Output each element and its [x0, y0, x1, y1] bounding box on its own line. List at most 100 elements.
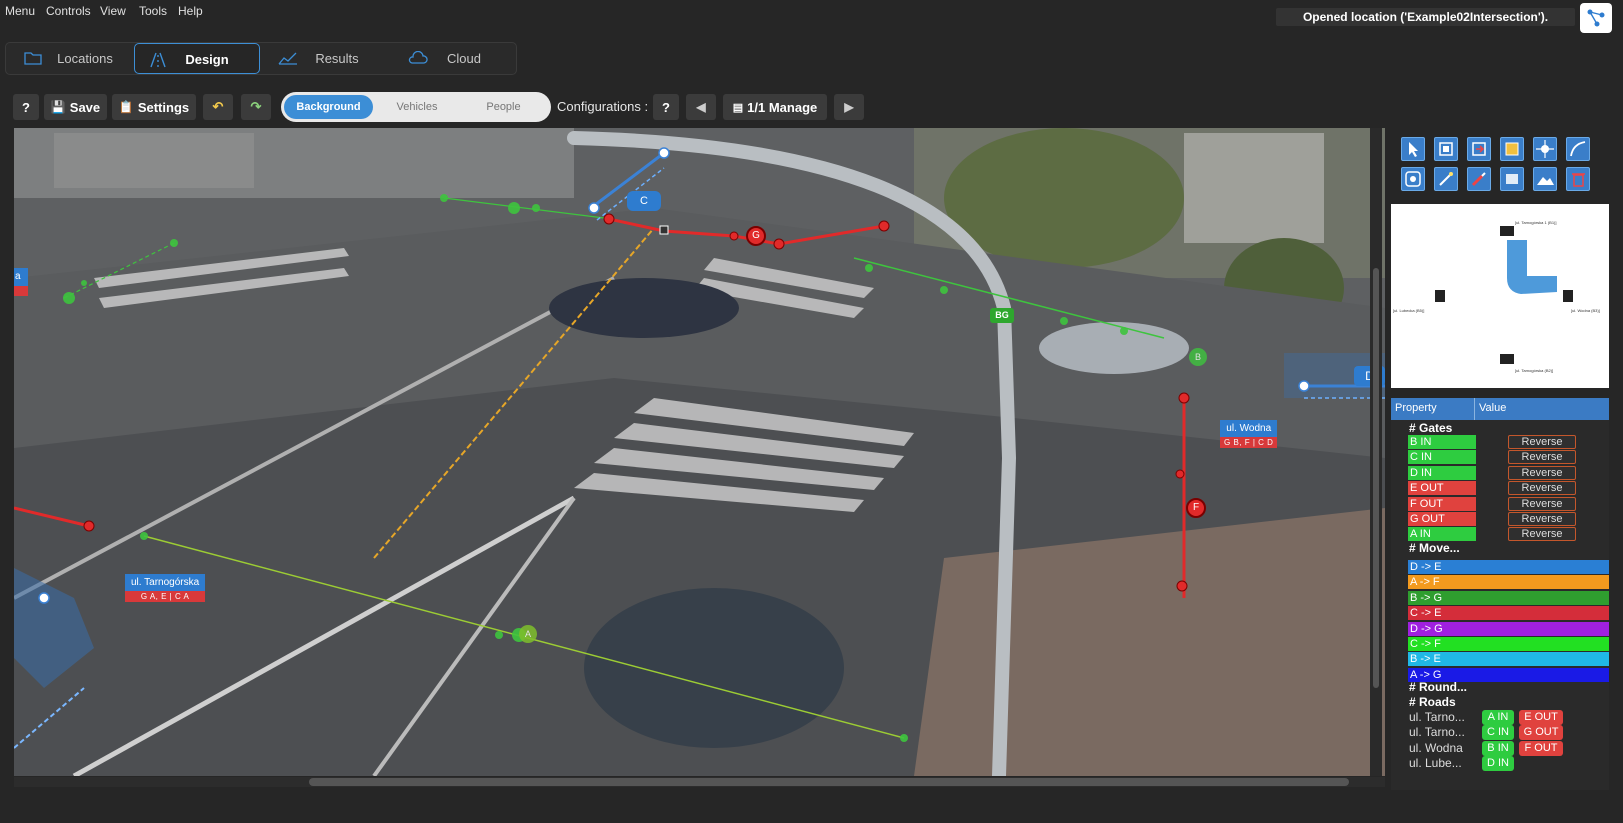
config-help-button[interactable]: ?	[653, 94, 679, 120]
add-zone-icon[interactable]	[1500, 137, 1524, 161]
add-movement-icon[interactable]	[1467, 137, 1491, 161]
reverse-button[interactable]: Reverse	[1508, 496, 1576, 511]
reverse-button[interactable]: Reverse	[1508, 527, 1576, 542]
settings-button[interactable]: 📋 Settings	[112, 94, 196, 120]
gate-marker-b[interactable]: B	[1189, 348, 1207, 366]
tab-label: Design	[185, 52, 229, 67]
shape-tool-icon[interactable]	[1500, 167, 1524, 191]
road-out-gate[interactable]: E OUT	[1519, 710, 1563, 725]
tab-results[interactable]: Results	[264, 43, 390, 74]
gate-marker-f[interactable]: F	[1186, 498, 1206, 518]
reverse-button[interactable]: Reverse	[1508, 481, 1576, 496]
configurations-label: Configurations :	[557, 99, 649, 114]
add-gate-icon[interactable]	[1434, 137, 1458, 161]
property-panel: Property Value # Gates B IN Reverse C IN Re…	[1391, 398, 1609, 790]
menu-menu[interactable]: Menu	[5, 4, 35, 18]
movement-row[interactable]: C -> F	[1408, 637, 1609, 651]
tab-label: Cloud	[447, 51, 481, 66]
network-icon[interactable]	[1580, 3, 1612, 33]
save-icon: 💾	[50, 100, 66, 114]
movement-row[interactable]: B -> E	[1408, 652, 1609, 667]
menu-tools[interactable]: Tools	[139, 4, 167, 18]
layer-background[interactable]: Background	[284, 95, 373, 119]
road-in-gate[interactable]: C IN	[1482, 725, 1514, 741]
minimap[interactable]: [ul. Tarnogórska 1 (B1)] [ul. Lubecka (B…	[1391, 204, 1609, 388]
gate-row-label[interactable]: D IN	[1408, 465, 1476, 480]
undo-button[interactable]: ↶	[203, 94, 233, 120]
menu-help[interactable]: Help	[178, 4, 203, 18]
reverse-button[interactable]: Reverse	[1508, 512, 1576, 526]
reverse-button[interactable]: Reverse	[1508, 465, 1576, 480]
menu-view[interactable]: View	[100, 4, 126, 18]
road-out-gate[interactable]: F OUT	[1519, 740, 1563, 756]
road-in-gate[interactable]: D IN	[1482, 756, 1514, 772]
gate-marker-c[interactable]: C	[627, 191, 661, 211]
config-manage-button[interactable]: ▤ 1/1 Manage	[723, 94, 827, 120]
add-node-icon[interactable]	[1533, 137, 1557, 161]
gate-marker-bg[interactable]: BG	[990, 308, 1014, 323]
tab-design[interactable]: Design	[134, 43, 260, 74]
movement-row[interactable]: B -> G	[1408, 590, 1609, 605]
intersection-background	[14, 128, 1385, 776]
draw-curve-icon[interactable]	[1566, 137, 1590, 161]
layer-vehicles[interactable]: Vehicles	[375, 95, 459, 119]
help-button[interactable]: ?	[13, 94, 39, 120]
tab-locations[interactable]: Locations	[10, 43, 130, 74]
road-row-name[interactable]: ul. Tarno...	[1409, 710, 1465, 724]
property-table-header: Property Value	[1391, 398, 1609, 420]
vertical-scrollbar[interactable]	[1370, 128, 1382, 776]
roundabouts-header: # Round...	[1409, 680, 1467, 694]
minimap-shape	[1435, 226, 1573, 364]
value-column-header: Value	[1479, 402, 1507, 414]
scroll-thumb[interactable]	[309, 778, 1349, 786]
menu-controls[interactable]: Controls	[46, 4, 91, 18]
select-tool-icon[interactable]	[1401, 137, 1425, 161]
movement-row[interactable]: C -> E	[1408, 606, 1609, 621]
road-row-name[interactable]: ul. Lube...	[1409, 756, 1462, 770]
gate-row-label[interactable]: A IN	[1408, 527, 1476, 542]
movement-row[interactable]: A -> F	[1408, 575, 1609, 590]
terrain-tool-icon[interactable]	[1533, 167, 1557, 191]
gate-marker-g[interactable]: G	[746, 226, 766, 246]
road-in-gate[interactable]: B IN	[1482, 740, 1514, 756]
scroll-thumb[interactable]	[1373, 268, 1379, 688]
delete-tool-icon[interactable]	[1566, 167, 1590, 191]
reverse-button[interactable]: Reverse	[1508, 435, 1576, 449]
magic-wand-icon[interactable]	[1434, 167, 1458, 191]
movement-row[interactable]: D -> E	[1408, 560, 1609, 574]
road-label-name: ul. Wodna	[1220, 420, 1278, 437]
horizontal-scrollbar[interactable]	[14, 777, 1385, 787]
gate-row-label[interactable]: G OUT	[1408, 512, 1476, 526]
config-next-button[interactable]: ▶	[834, 94, 864, 120]
roads-header: # Roads	[1409, 695, 1456, 709]
road-row-name[interactable]: ul. Tarno...	[1409, 725, 1465, 739]
road-in-gate[interactable]: A IN	[1482, 710, 1514, 725]
road-label-gates: G B, F | C D	[1220, 437, 1278, 448]
gate-row-label[interactable]: E OUT	[1408, 481, 1476, 496]
roundabout-tool-icon[interactable]	[1401, 167, 1425, 191]
road-label-wodna[interactable]: ul. Wodna G B, F | C D	[1220, 420, 1278, 448]
movement-row[interactable]: D -> G	[1408, 621, 1609, 636]
movements-header: # Move...	[1409, 541, 1460, 555]
road-out-gate[interactable]: G OUT	[1519, 725, 1563, 741]
property-column-header: Property	[1395, 402, 1437, 414]
layer-people[interactable]: People	[461, 95, 546, 119]
road-label-tarnogorska[interactable]: ul. Tarnogórska G A, E | C A	[125, 574, 206, 602]
gate-row-label[interactable]: C IN	[1408, 450, 1476, 465]
clipboard-icon: 📋	[118, 100, 134, 114]
gate-marker-edge[interactable]: a	[14, 268, 28, 286]
document-icon: ▤	[732, 101, 744, 114]
paint-tool-icon[interactable]	[1467, 167, 1491, 191]
settings-label: Settings	[137, 99, 190, 115]
tool-palette	[1391, 131, 1621, 197]
gate-row-label[interactable]: F OUT	[1408, 496, 1476, 511]
gate-marker-a[interactable]: A	[519, 625, 537, 643]
config-prev-button[interactable]: ◀	[686, 94, 716, 120]
gate-row-label[interactable]: B IN	[1408, 435, 1476, 449]
reverse-button[interactable]: Reverse	[1508, 450, 1576, 465]
redo-button[interactable]: ↷	[241, 94, 271, 120]
design-canvas[interactable]: C G BG B F A D a ul. Wodna G B, F | C D …	[14, 128, 1385, 776]
save-button[interactable]: 💾 Save	[44, 94, 107, 120]
tab-cloud[interactable]: Cloud	[394, 43, 514, 74]
road-row-name[interactable]: ul. Wodna	[1409, 741, 1463, 755]
